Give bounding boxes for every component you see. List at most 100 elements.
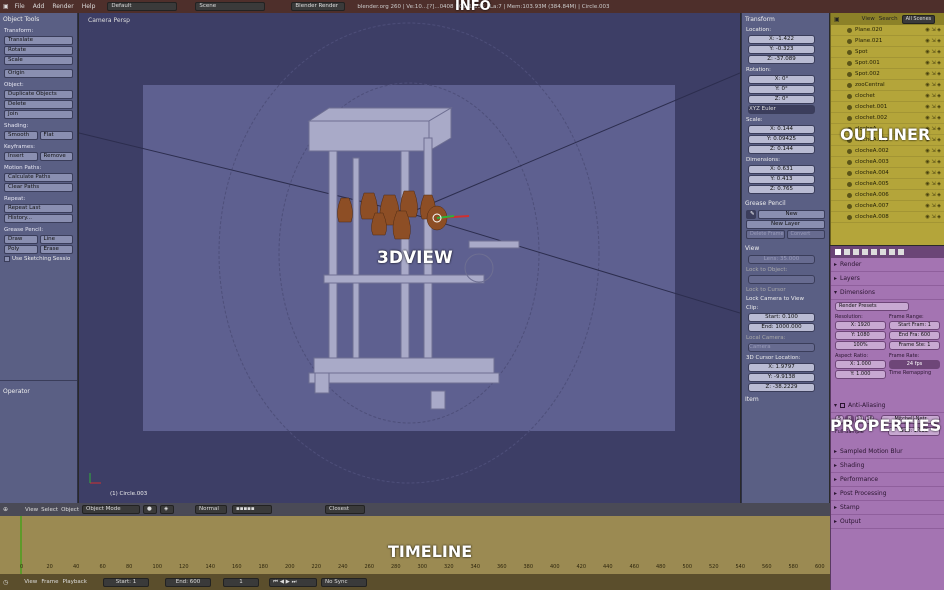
timeline-playback-menu[interactable]: Playback: [62, 579, 87, 585]
outliner-item[interactable]: Spot ◉ ⇲ ◈: [831, 47, 944, 58]
viewport-shading-select[interactable]: ●: [142, 505, 157, 514]
shading-panel[interactable]: ▸ Shading: [831, 459, 944, 473]
gp-delete-frame-button[interactable]: Delete Frame: [746, 230, 785, 239]
outliner-item[interactable]: clocheA.008 ◉ ⇲ ◈: [831, 212, 944, 223]
outliner-item[interactable]: clocheA.002 ◉ ⇲ ◈: [831, 146, 944, 157]
outliner-editor-icon[interactable]: ▣: [834, 16, 840, 23]
snap-target-select[interactable]: Closest: [324, 505, 365, 514]
stamp-panel[interactable]: ▸ Stamp: [831, 501, 944, 515]
outliner-item[interactable]: clochet.002 ◉ ⇲ ◈: [831, 113, 944, 124]
visibility-icons[interactable]: ◉ ⇲ ◈: [925, 115, 941, 121]
menu-add[interactable]: Add: [31, 3, 47, 10]
3d-viewport[interactable]: Camera Persp 3DVIEW (1) Circle.003: [79, 13, 740, 503]
visibility-icons[interactable]: ◉ ⇲ ◈: [925, 181, 941, 187]
view-panel-header[interactable]: View: [742, 242, 829, 254]
post-processing-panel[interactable]: ▸ Post Processing: [831, 487, 944, 501]
render-engine-select[interactable]: Blender Render: [291, 2, 346, 11]
object-menu[interactable]: Object: [61, 507, 79, 513]
render-panel[interactable]: ▸ Render: [831, 258, 944, 272]
editor-type-icon[interactable]: ▣: [3, 3, 9, 10]
layers-grid[interactable]: ▪▪▪▪▪: [231, 505, 272, 514]
rotation-y-field[interactable]: Y: 0°: [748, 85, 815, 94]
anti-aliasing-panel[interactable]: ▾ Anti-Aliasing: [831, 399, 944, 413]
menu-file[interactable]: File: [13, 3, 27, 10]
lens-field[interactable]: Lens: 35.000: [748, 255, 815, 264]
item-panel-header[interactable]: Item: [742, 393, 829, 405]
operator-panel-header[interactable]: Operator: [0, 385, 33, 397]
transform-panel-header[interactable]: Transform: [742, 13, 829, 25]
outliner-item[interactable]: clochet.001 ◉ ⇲ ◈: [831, 102, 944, 113]
rotation-z-field[interactable]: Z: 0°: [748, 95, 815, 104]
constraints-tab-icon[interactable]: [880, 249, 886, 255]
join-button[interactable]: Join: [4, 110, 73, 119]
lock-object-field[interactable]: [748, 275, 815, 284]
visibility-icons[interactable]: ◉ ⇲ ◈: [925, 49, 941, 55]
outliner-item[interactable]: Spot.001 ◉ ⇲ ◈: [831, 58, 944, 69]
select-menu[interactable]: Select: [41, 507, 58, 513]
dimensions-y-field[interactable]: Y: 0.413: [748, 175, 815, 184]
menu-help[interactable]: Help: [80, 3, 98, 10]
output-panel[interactable]: ▸ Output: [831, 515, 944, 529]
rotation-x-field[interactable]: X: 0°: [748, 75, 815, 84]
scene-select[interactable]: Scene: [195, 2, 266, 11]
end-frame-field[interactable]: End Fra: 600: [889, 331, 940, 340]
outliner-item[interactable]: zooCentral ◉ ⇲ ◈: [831, 80, 944, 91]
visibility-icons[interactable]: ◉ ⇲ ◈: [925, 192, 941, 198]
translate-button[interactable]: Translate: [4, 36, 73, 45]
visibility-icons[interactable]: ◉ ⇲ ◈: [925, 71, 941, 77]
dimensions-x-field[interactable]: X: 0.631: [748, 165, 815, 174]
resolution-percent-field[interactable]: 100%: [835, 341, 886, 350]
outliner-search-menu[interactable]: Search: [879, 16, 898, 22]
delete-button[interactable]: Delete: [4, 100, 73, 109]
timeline-view-menu[interactable]: View: [24, 579, 37, 585]
mode-select[interactable]: Object Mode: [81, 505, 140, 514]
flat-button[interactable]: Flat: [39, 131, 73, 140]
location-z-field[interactable]: Z: -37.089: [748, 55, 815, 64]
view-menu[interactable]: View: [25, 507, 38, 513]
world-tab-icon[interactable]: [862, 249, 868, 255]
visibility-icons[interactable]: ◉ ⇲ ◈: [925, 104, 941, 110]
rotate-button[interactable]: Rotate: [4, 46, 73, 55]
cursor-z-field[interactable]: Z: -38.2229: [748, 383, 815, 392]
fps-select[interactable]: 24 fps: [889, 360, 940, 369]
cursor-y-field[interactable]: Y: -9.9138: [748, 373, 815, 382]
clear-paths-button[interactable]: Clear Paths: [4, 183, 73, 192]
local-camera-field[interactable]: Camera: [748, 343, 815, 352]
scale-y-field[interactable]: Y: 0.09425: [748, 135, 815, 144]
visibility-icons[interactable]: ◉ ⇲ ◈: [925, 60, 941, 66]
material-tab-icon[interactable]: [898, 249, 904, 255]
lock-camera-checkbox[interactable]: Lock Camera to View: [742, 294, 829, 303]
screen-layout-select[interactable]: Default: [107, 2, 178, 11]
poly-button[interactable]: Poly: [4, 245, 38, 254]
aspect-y-field[interactable]: Y: 1.000: [835, 370, 886, 379]
outliner-item[interactable]: clocheA.004 ◉ ⇲ ◈: [831, 168, 944, 179]
repeat-last-button[interactable]: Repeat Last: [4, 204, 73, 213]
insert-keyframe-button[interactable]: Insert: [4, 152, 38, 161]
outliner-item[interactable]: clocheA.007 ◉ ⇲ ◈: [831, 201, 944, 212]
outliner-item[interactable]: clocheA.003 ◉ ⇲ ◈: [831, 157, 944, 168]
pencil-icon[interactable]: ✎: [746, 210, 756, 219]
visibility-icons[interactable]: ◉ ⇲ ◈: [925, 170, 941, 176]
lock-cursor-checkbox[interactable]: Lock to Cursor: [742, 285, 829, 294]
motion-blur-panel[interactable]: ▸ Sampled Motion Blur: [831, 445, 944, 459]
render-tab-icon[interactable]: [835, 249, 841, 255]
scale-button[interactable]: Scale: [4, 56, 73, 65]
end-frame-field[interactable]: End: 600: [165, 577, 211, 587]
scale-x-field[interactable]: X: 0.144: [748, 125, 815, 134]
resolution-x-field[interactable]: X: 1920: [835, 321, 886, 330]
visibility-icons[interactable]: ◉ ⇲ ◈: [925, 38, 941, 44]
resolution-y-field[interactable]: Y: 1080: [835, 331, 886, 340]
current-frame-field[interactable]: 1: [223, 577, 259, 587]
visibility-icons[interactable]: ◉ ⇲ ◈: [925, 214, 941, 220]
start-frame-field[interactable]: Start: 1: [103, 577, 149, 587]
outliner-item[interactable]: Plane.021 ◉ ⇲ ◈: [831, 36, 944, 47]
grease-pencil-panel-header[interactable]: Grease Pencil: [742, 197, 829, 209]
origin-button[interactable]: Origin: [4, 69, 73, 78]
anti-aliasing-checkbox[interactable]: [840, 403, 846, 408]
3d-editor-type-icon[interactable]: ⊕: [3, 506, 8, 513]
visibility-icons[interactable]: ◉ ⇲ ◈: [925, 82, 941, 88]
sync-mode-select[interactable]: No Sync: [321, 577, 367, 587]
object-tools-header[interactable]: Object Tools: [0, 13, 77, 25]
clip-end-field[interactable]: End: 1000.000: [748, 323, 815, 332]
timeline-frame-menu[interactable]: Frame: [41, 579, 58, 585]
